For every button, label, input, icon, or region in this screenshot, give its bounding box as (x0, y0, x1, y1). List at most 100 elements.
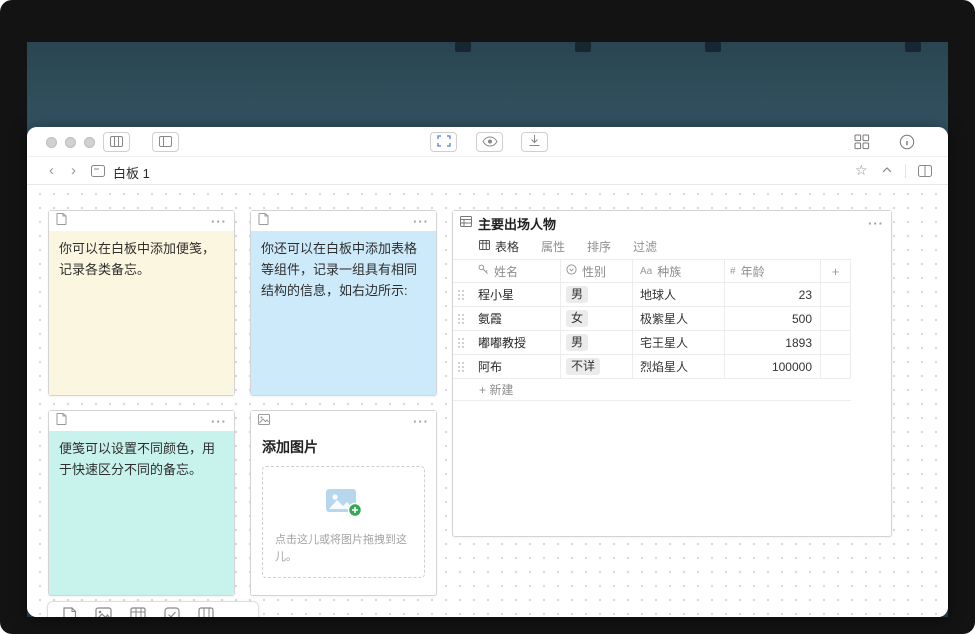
whiteboard-canvas[interactable]: ··· 你可以在白板中添加便笺，记录各类备忘。 ··· 你还可以在白板中添加表格… (27, 185, 948, 617)
card-header: ··· (49, 211, 234, 231)
table-title: 主要出场人物 (478, 214, 556, 233)
grid-small-icon (479, 239, 490, 253)
text-type-icon: Aa (640, 266, 652, 277)
cell-race[interactable]: 宅王星人 (633, 331, 725, 354)
board-view-button[interactable] (103, 132, 130, 152)
close-button[interactable] (46, 137, 57, 148)
cell-age[interactable]: 1893 (725, 331, 821, 354)
collapse-button[interactable] (882, 167, 892, 173)
card-more-button[interactable]: ··· (868, 217, 884, 230)
cell-gender[interactable]: 男 (561, 331, 633, 354)
note-icon (56, 412, 67, 430)
insert-table-button[interactable] (130, 607, 146, 617)
table-row[interactable]: 嘟嘟教授 男 宅王星人 1893 (453, 331, 851, 355)
select-type-icon (566, 264, 577, 278)
cell-name[interactable]: 嘟嘟教授 (469, 331, 561, 354)
card-more-button[interactable]: ··· (413, 215, 429, 228)
insert-note-button[interactable] (62, 607, 77, 617)
info-button[interactable] (899, 134, 915, 150)
sidebar-toggle-button[interactable] (152, 132, 179, 152)
cell-name[interactable]: 阿布 (469, 355, 561, 378)
desktop-icon (705, 42, 721, 52)
table-header-row: 姓名 性别 Aa 种族 # (453, 259, 851, 283)
desktop-wallpaper: ‹ › 白板 1 ☆ ··· 你可以在白板中添加便笺，记录各类备忘。 (27, 42, 948, 617)
cell-gender[interactable]: 不详 (561, 355, 633, 378)
export-button[interactable] (521, 132, 548, 152)
cell-gender[interactable]: 女 (561, 307, 633, 330)
card-header: ··· (251, 211, 436, 231)
download-icon (528, 134, 541, 150)
desktop-icon (575, 42, 591, 52)
view-grid-button[interactable] (854, 134, 870, 150)
nav-forward-button[interactable]: › (71, 162, 76, 179)
desktop-icon (905, 42, 921, 52)
gender-tag: 男 (566, 286, 588, 303)
column-header-name[interactable]: 姓名 (469, 260, 561, 282)
table-row[interactable]: 阿布 不详 烈焰星人 100000 (453, 355, 851, 379)
add-row-button[interactable]: + 新建 (453, 379, 851, 401)
cell-race[interactable]: 烈焰星人 (633, 355, 725, 378)
add-image-icon (325, 487, 363, 518)
drag-handle-icon[interactable] (458, 362, 464, 372)
gender-tag: 女 (566, 310, 588, 327)
drag-handle-icon[interactable] (458, 314, 464, 324)
column-header-age[interactable]: # 年龄 (725, 260, 821, 282)
image-dropzone[interactable]: 点击这儿或将图片拖拽到这 儿。 (262, 466, 425, 578)
insert-todo-button[interactable] (164, 607, 180, 617)
board-columns-icon (110, 135, 123, 150)
window-toolbar (27, 127, 948, 157)
insert-board-button[interactable] (198, 607, 214, 617)
zoom-button[interactable] (84, 137, 95, 148)
table-row[interactable]: 程小星 男 地球人 23 (453, 283, 851, 307)
minimize-button[interactable] (65, 137, 76, 148)
tab-table[interactable]: 表格 (479, 238, 519, 255)
card-header: ··· (49, 411, 234, 431)
insert-toolbar (47, 601, 259, 617)
desktop-icon (455, 42, 471, 52)
cell-name[interactable]: 氨霞 (469, 307, 561, 330)
favorite-star-button[interactable]: ☆ (855, 162, 868, 179)
table-icon (460, 214, 472, 232)
tab-properties[interactable]: 属性 (541, 238, 565, 255)
note-icon (56, 212, 67, 230)
note-icon (258, 212, 269, 230)
card-header: ··· (251, 411, 436, 431)
table-card[interactable]: 主要出场人物 ··· 表格 属性 排序 过滤 (452, 210, 892, 537)
cell-age[interactable]: 100000 (725, 355, 821, 378)
drag-handle-icon[interactable] (458, 338, 464, 348)
number-type-icon: # (730, 266, 736, 277)
key-icon (478, 264, 489, 278)
table-toolbar: 表格 属性 排序 过滤 (453, 233, 891, 259)
insert-image-button[interactable] (95, 607, 112, 617)
select-frame-button[interactable] (430, 132, 457, 152)
cell-name[interactable]: 程小星 (469, 283, 561, 306)
column-header-race[interactable]: Aa 种族 (633, 260, 725, 282)
gender-tag: 不详 (566, 358, 600, 375)
app-window: ‹ › 白板 1 ☆ ··· 你可以在白板中添加便笺，记录各类备忘。 (27, 127, 948, 617)
add-column-button[interactable]: + (821, 260, 851, 282)
sticky-note-card[interactable]: ··· 你可以在白板中添加便笺，记录各类备忘。 (48, 210, 235, 396)
tab-filter[interactable]: 过滤 (633, 238, 657, 255)
selection-frame-icon (437, 135, 451, 150)
cell-gender[interactable]: 男 (561, 283, 633, 306)
column-header-gender[interactable]: 性别 (561, 260, 633, 282)
table-row[interactable]: 氨霞 女 极紫星人 500 (453, 307, 851, 331)
card-more-button[interactable]: ··· (211, 415, 227, 428)
tab-sort[interactable]: 排序 (587, 238, 611, 255)
split-view-button[interactable] (918, 165, 932, 177)
cell-race[interactable]: 地球人 (633, 283, 725, 306)
divider (905, 164, 906, 178)
cell-age[interactable]: 500 (725, 307, 821, 330)
note-text: 你可以在白板中添加便笺，记录各类备忘。 (49, 231, 234, 395)
image-card[interactable]: ··· 添加图片 (250, 410, 437, 596)
sticky-note-card[interactable]: ··· 你还可以在白板中添加表格等组件，记录一组具有相同结构的信息，如右边所示: (250, 210, 437, 396)
sticky-note-card[interactable]: ··· 便笺可以设置不同颜色，用于快速区分不同的备忘。 (48, 410, 235, 596)
drag-handle-icon[interactable] (458, 290, 464, 300)
preview-button[interactable] (476, 132, 503, 152)
card-more-button[interactable]: ··· (211, 215, 227, 228)
cell-age[interactable]: 23 (725, 283, 821, 306)
card-more-button[interactable]: ··· (413, 415, 429, 428)
cell-race[interactable]: 极紫星人 (633, 307, 725, 330)
info-icon (899, 138, 915, 153)
nav-back-button[interactable]: ‹ (49, 162, 54, 179)
